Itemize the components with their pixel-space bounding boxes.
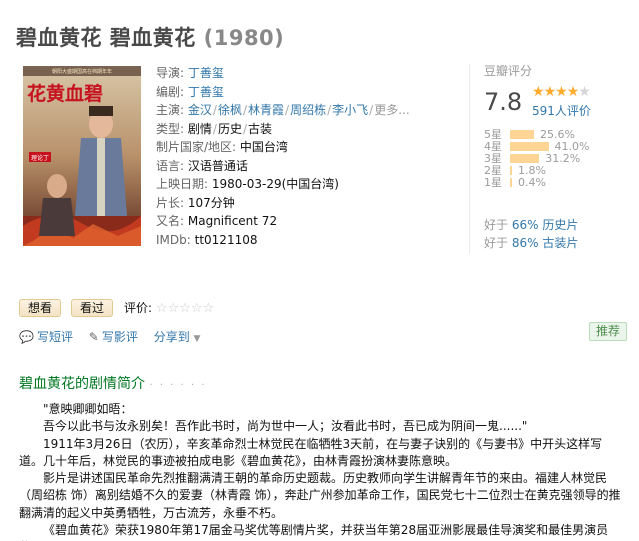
better-than-row: 好于 86% 古装片 [484,236,579,250]
poster-title: 花黄血碧 [27,82,103,105]
cast-more-link[interactable]: 更多... [374,103,409,117]
rating-distribution-row: 1星 0.4% [484,175,589,190]
movie-poster[interactable]: 朝阳大盛期国高在档期年年 花黄血碧 理论丁 [23,66,141,246]
better-than: 好于 66% 历史片 好于 86% 古装片 [484,216,578,252]
runtime-row: 片长: 107分钟 [156,194,456,213]
genre-label: 类型: [156,121,185,136]
watched-button[interactable]: 看过 [71,299,114,317]
release-value: 1980-03-29(中国台湾) [211,177,339,191]
rating-percent: 31.2% [545,151,581,165]
star-filled-icon: ★ [532,84,545,100]
director-link[interactable]: 丁善玺 [188,66,224,80]
star-filled-icon: ★ [566,84,580,100]
runtime-value: 107分钟 [187,195,235,210]
cast-link[interactable]: 金汉 [188,103,212,117]
release-label: 上映日期: [156,177,209,191]
synopsis-paragraph: "意映卿卿如晤： [43,402,133,416]
movie-info: 导演: 丁善玺 编剧: 丁善玺 主演: 金汉/徐枫/林青霞/周绍栋/李小飞/更多… [156,64,456,249]
my-rating: 评价: ☆☆☆☆☆ [124,299,214,316]
director-row: 导演: 丁善玺 [156,64,456,83]
rating-votes-link[interactable]: 591人评价 [532,102,591,119]
cast-link[interactable]: 徐枫 [218,103,242,117]
director-label: 导演: [156,66,185,80]
better-than-row: 好于 66% 历史片 [484,218,579,232]
rating-bar [510,177,512,187]
pencil-icon: ✎ [88,330,99,344]
language-row: 语言: 汉语普通话 [156,157,456,176]
rating-bar [510,165,512,175]
release-row: 上映日期: 1980-03-29(中国台湾) [156,175,456,194]
chevron-down-icon: ▼ [193,334,201,344]
action-links: 💬 写短评 ✎ 写影评 分享到 ▼ [19,328,212,345]
rating-bar [510,153,540,163]
aka-row: 又名: Magnificent 72 [156,212,456,231]
genre-value: 历史 [217,121,242,136]
language-value: 汉语普通话 [187,158,248,173]
better-than-link[interactable]: 66% 历史片 [512,218,579,232]
rating-percent: 0.4% [518,175,546,189]
imdb-label: IMDb: [156,232,191,247]
rating-score: 7.8 [484,88,523,116]
poster-badge: 理论丁 [31,154,49,162]
region-label: 制片国家/地区: [156,140,237,154]
movie-year: (1980) [203,26,285,50]
genre-value: 古装 [248,121,273,136]
language-label: 语言: [156,158,185,173]
my-rating-label: 评价: [124,301,153,315]
rating-label: 豆瓣评分 [484,64,533,78]
synopsis-title: 碧血黄花的剧情简介 · · · · · · [19,376,207,392]
star-filled-icon: ★ [543,84,557,100]
synopsis-paragraph: 1911年3月26日（农历），辛亥革命烈士林觉民在临牺牲3天前，在与妻子诀别的《… [19,436,603,468]
cast-link[interactable]: 李小飞 [332,103,368,117]
aka-label: 又名: [156,214,185,228]
movie-title: 碧血黄花 碧血黄花 [16,26,196,50]
rating-bar [510,141,549,151]
synopsis-paragraph: 吾今以此书与汝永别矣！吾作此书时，尚为世中一人；汝看此书时，吾已成为阴间一鬼..… [43,419,528,434]
rating-panel: 豆瓣评分 7.8 ★★★★★ 591人评价 5星 25.6% 4星 41.0% 3星 31… [484,62,634,250]
rating-bar [510,129,535,139]
aka-value: Magnificent 72 [187,214,278,228]
synopsis-body: "意映卿卿如晤： 吾今以此书与汝永别矣！吾作此书时，尚为世中一人；汝看此书时，吾… [19,401,625,541]
genre-value: 剧情 [187,121,212,136]
write-review[interactable]: ✎ 写影评 [89,330,138,344]
share-menu[interactable]: 分享到 ▼ [154,330,201,344]
write-short-review[interactable]: 💬 写短评 [19,330,73,344]
star-empty-icon: ★ [578,84,591,100]
region-row: 制片国家/地区: 中国台湾 [156,138,456,157]
writer-label: 编剧: [156,84,185,99]
better-than-link[interactable]: 86% 古装片 [512,236,579,250]
cast-link[interactable]: 周绍栋 [290,103,326,117]
writer-link[interactable]: 丁善玺 [188,85,224,99]
imdb-value: tt0121108 [194,232,258,247]
synopsis-paragraph: 影片是讲述国民革命先烈推翻满清王朝的革命历史题裁。历史教师向学生讲解青年节的来由… [19,471,621,520]
my-rating-stars[interactable]: ☆☆☆☆☆ [156,301,214,316]
runtime-label: 片长: [156,195,185,210]
star-level-label: 1星 [484,176,502,189]
genre-row: 类型: 剧情/历史/古装 [156,121,273,136]
poster-image: 朝阳大盛期国高在档期年年 花黄血碧 理论丁 [23,66,141,246]
divider [469,64,470,254]
writer-row: 编剧: 丁善玺 [156,83,456,102]
cast-link[interactable]: 林青霞 [248,103,284,117]
recommend-button[interactable]: 推荐 [589,322,628,341]
region-value: 中国台湾 [239,140,288,154]
rating-stars: ★★★★★ [532,84,591,100]
want-to-watch-button[interactable]: 想看 [19,299,62,317]
imdb-row: IMDb: tt0121108 [156,231,456,250]
comment-icon: 💬 [19,330,34,344]
cast-row: 主演: 金汉/徐枫/林青霞/周绍栋/李小飞/更多... [156,103,410,117]
rating-distribution: 5星 25.6% 4星 41.0% 3星 31.2% 2星 1.8% 1星 0.4% [484,128,589,190]
synopsis-paragraph: 《碧血黄花》荣获1980年第17届金马奖优等剧情片奖，并获当年第28届亚洲影展最… [19,523,609,541]
poster-banner: 朝阳大盛期国高在档期年年 [52,68,112,75]
star-filled-icon: ★ [555,84,568,100]
cast-label: 主演: [156,103,185,117]
page-title: 碧血黄花 碧血黄花 (1980) [16,22,284,52]
